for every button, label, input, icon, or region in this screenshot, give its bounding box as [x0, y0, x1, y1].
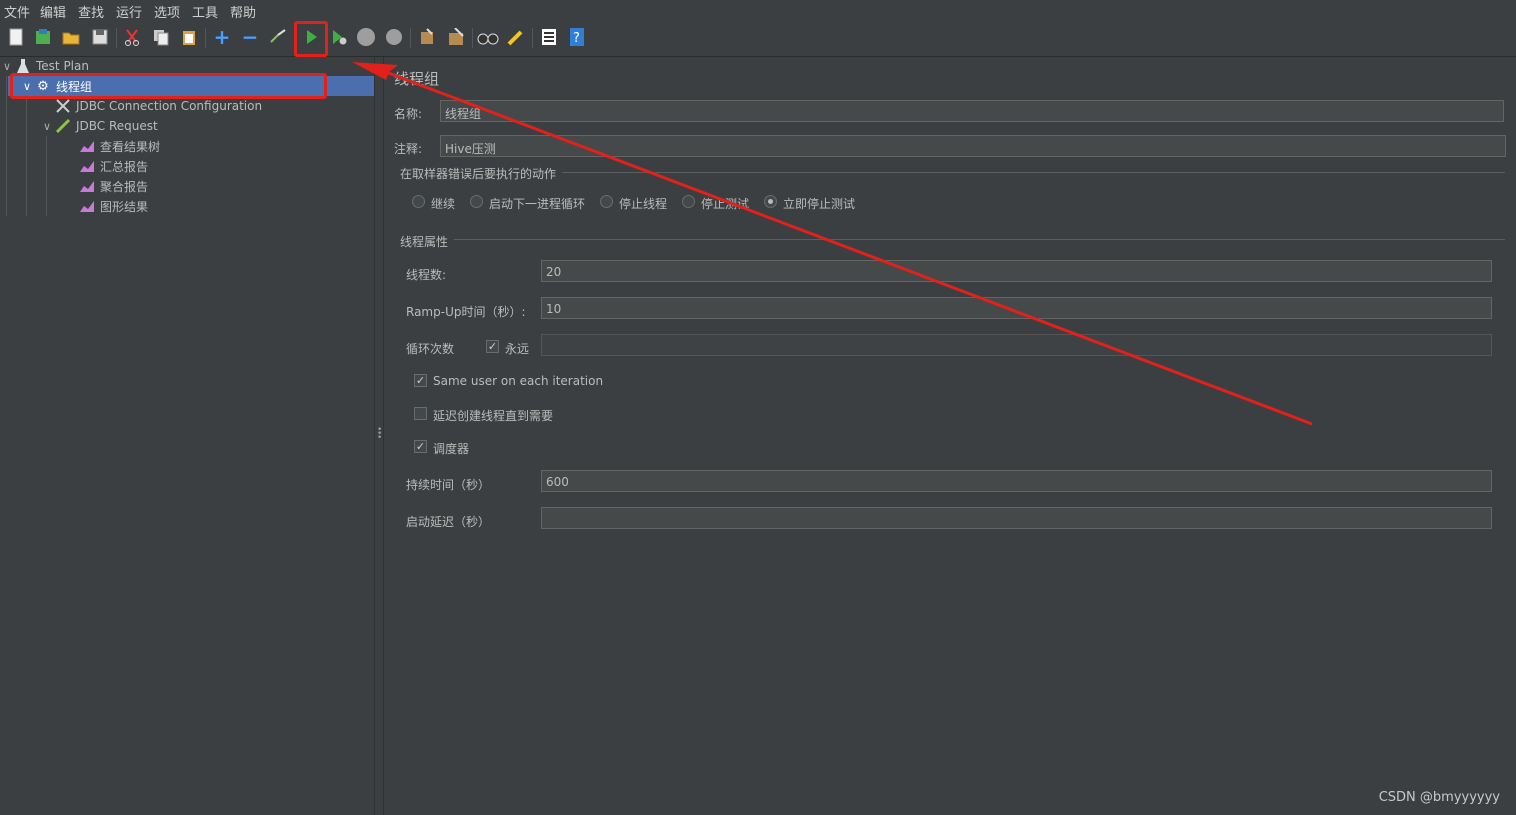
watermark: CSDN @bmyyyyyy [1378, 790, 1500, 805]
annotation-arrow [352, 62, 1313, 426]
